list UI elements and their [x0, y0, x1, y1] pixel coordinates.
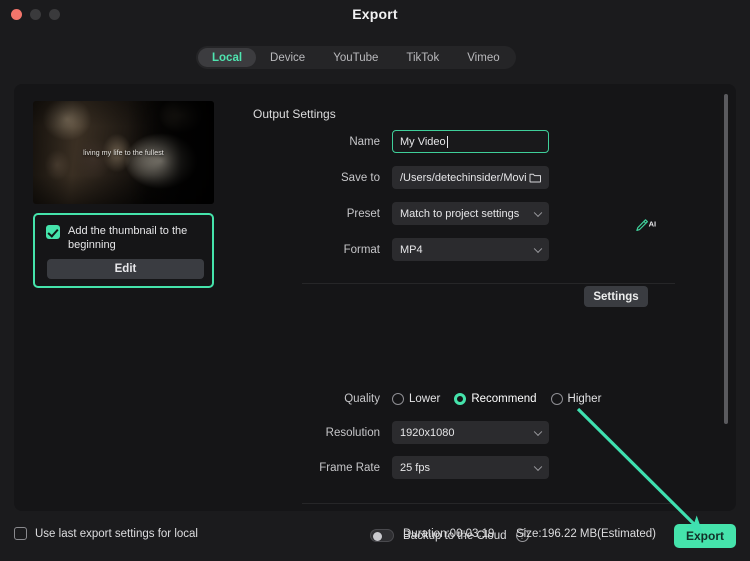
radio-higher[interactable]: [550, 393, 563, 405]
add-thumbnail-checkbox-row[interactable]: Add the thumbnail to the beginning: [46, 224, 204, 252]
svg-text:AI: AI: [649, 220, 657, 229]
tab-youtube[interactable]: YouTube: [319, 48, 392, 67]
frame-rate-value: 25 fps: [400, 461, 430, 474]
format-row: Format MP4: [239, 238, 619, 261]
size-text: Size:196.22 MB(Estimated): [516, 528, 656, 540]
format-label: Format: [343, 243, 380, 256]
preset-value: Match to project settings: [400, 207, 520, 220]
ai-pencil-icon[interactable]: AI: [635, 218, 657, 239]
export-button[interactable]: Export: [674, 524, 736, 548]
section-divider-bottom: [302, 503, 675, 504]
output-settings-form: Output Settings Name My Video AI Save to: [239, 84, 736, 542]
name-input-value: My Video: [400, 135, 446, 148]
preset-select[interactable]: Match to project settings: [392, 202, 549, 225]
export-target-tabs: Local Device YouTube TikTok Vimeo: [196, 46, 516, 69]
tab-local[interactable]: Local: [198, 48, 257, 67]
chevron-down-icon: [533, 462, 543, 471]
use-last-settings-label: Use last export settings for local: [35, 527, 198, 540]
quality-option-lower[interactable]: Lower: [392, 393, 440, 405]
quality-recommend-label: Recommend: [471, 393, 537, 405]
edit-thumbnail-button[interactable]: Edit: [47, 259, 204, 279]
tab-vimeo[interactable]: Vimeo: [453, 48, 513, 67]
save-to-value: /Users/detechinsider/Movi: [400, 171, 527, 184]
text-caret: [446, 135, 448, 148]
tab-tiktok[interactable]: TikTok: [392, 48, 453, 67]
section-divider-top: [302, 283, 675, 284]
quality-lower-label: Lower: [409, 393, 441, 405]
save-to-field[interactable]: /Users/detechinsider/Movi: [392, 166, 549, 189]
quality-label: Quality: [344, 393, 380, 405]
scrollbar-track[interactable]: [724, 94, 728, 501]
radio-recommend[interactable]: [454, 393, 467, 405]
scrollbar-thumb[interactable]: [724, 94, 728, 424]
chevron-down-icon: [533, 427, 543, 436]
video-thumbnail-preview[interactable]: living my life to the fullest: [33, 101, 214, 204]
title-bar: Export: [0, 0, 750, 31]
chevron-down-icon: [533, 208, 543, 217]
resolution-row: Resolution 1920x1080: [239, 421, 619, 444]
resolution-select[interactable]: 1920x1080: [392, 421, 549, 444]
preset-label: Preset: [346, 207, 380, 220]
save-to-row: Save to /Users/detechinsider/Movi: [239, 166, 619, 189]
frame-rate-label: Frame Rate: [319, 461, 380, 474]
preset-settings-button[interactable]: Settings: [584, 286, 648, 307]
resolution-value: 1920x1080: [400, 426, 455, 439]
format-value: MP4: [400, 243, 423, 256]
export-dialog: Export Local Device YouTube TikTok Vimeo…: [0, 0, 750, 561]
name-input[interactable]: My Video: [392, 130, 549, 153]
thumbnail-panel: living my life to the fullest Add the th…: [33, 101, 214, 288]
frame-rate-select[interactable]: 25 fps: [392, 456, 549, 479]
chevron-down-icon: [533, 244, 543, 253]
name-label: Name: [349, 135, 380, 148]
folder-icon[interactable]: [529, 171, 542, 186]
preset-row: Preset Match to project settings: [239, 202, 619, 225]
add-thumbnail-label: Add the thumbnail to the beginning: [68, 225, 188, 251]
quality-option-higher[interactable]: Higher: [550, 393, 602, 405]
quality-higher-label: Higher: [567, 393, 602, 405]
format-select[interactable]: MP4: [392, 238, 549, 261]
thumbnail-option-box: Add the thumbnail to the beginning Edit: [33, 213, 214, 288]
use-last-settings-row[interactable]: Use last export settings for local: [14, 527, 198, 540]
name-row: Name My Video: [239, 130, 619, 153]
save-to-label: Save to: [341, 171, 380, 184]
duration-text: Duration:00:03:19: [403, 528, 495, 540]
content-panel: living my life to the fullest Add the th…: [14, 84, 736, 542]
resolution-label: Resolution: [325, 426, 380, 439]
thumbnail-subtitle-text: living my life to the fullest: [83, 150, 164, 157]
use-last-settings-checkbox[interactable]: [14, 527, 27, 540]
add-thumbnail-checkbox[interactable]: [46, 225, 60, 239]
tab-device[interactable]: Device: [256, 48, 319, 67]
page-title: Export: [352, 6, 398, 22]
frame-rate-row: Frame Rate 25 fps: [239, 456, 619, 479]
quality-row: Quality Lower Recommend Higher: [239, 389, 639, 409]
output-settings-heading: Output Settings: [253, 107, 336, 121]
footer-bar: Use last export settings for local Durat…: [0, 511, 750, 561]
quality-option-recommend[interactable]: Recommend: [454, 393, 537, 405]
radio-lower[interactable]: [392, 393, 404, 405]
